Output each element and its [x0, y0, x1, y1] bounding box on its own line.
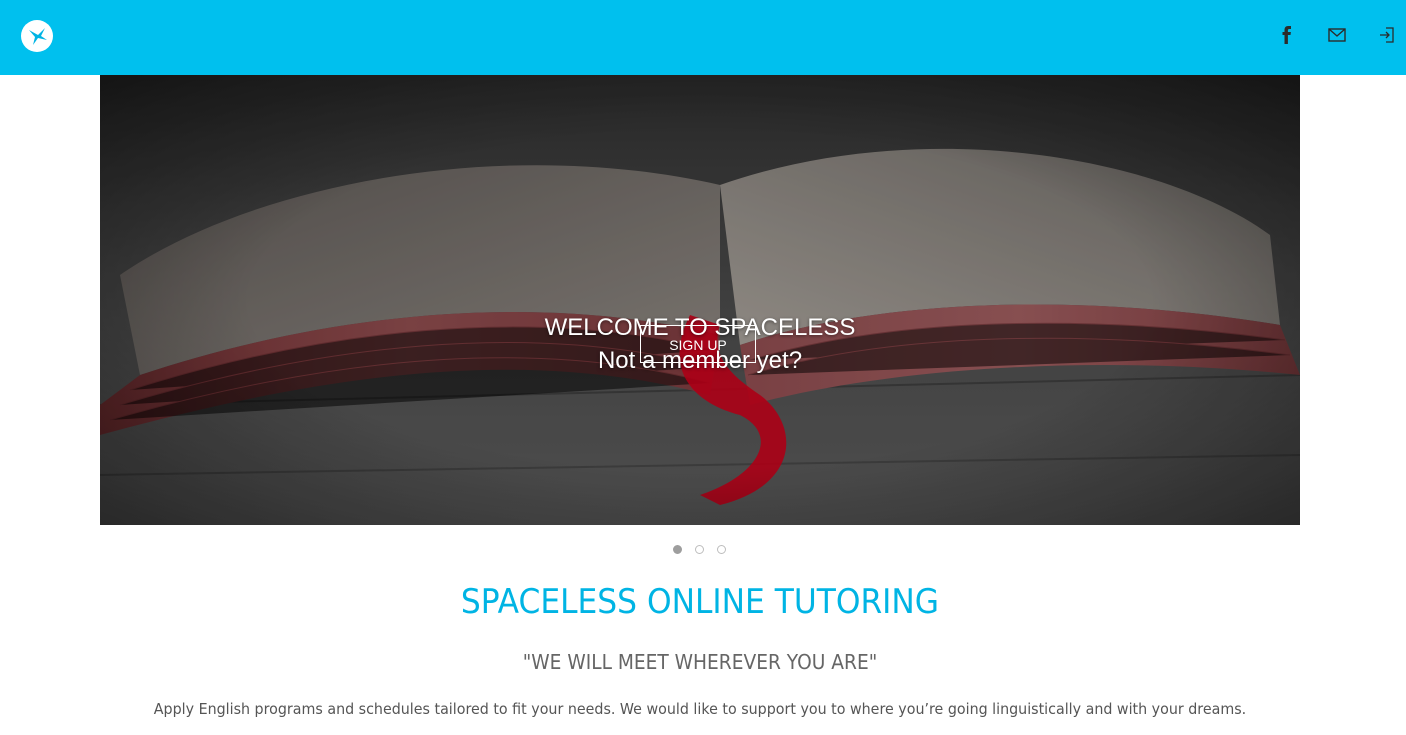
carousel-dot-3[interactable]	[717, 545, 726, 554]
hero-carousel-slide: WELCOME TO SPACELESS Not a member yet? S…	[100, 75, 1300, 525]
tagline: "WE WILL MEET WHEREVER YOU ARE"	[522, 650, 878, 674]
hummingbird-logo-icon[interactable]	[21, 20, 53, 52]
top-navigation-bar	[0, 0, 1406, 75]
sign-up-button[interactable]: SIGN UP	[640, 325, 756, 363]
mail-icon[interactable]	[1326, 24, 1348, 46]
login-icon[interactable]	[1376, 24, 1398, 46]
section-title: SPACELESS ONLINE TUTORING	[460, 582, 940, 622]
carousel-dot-2[interactable]	[695, 545, 704, 554]
open-book-background-image	[100, 75, 1300, 525]
description-text: Apply English programs and schedules tai…	[153, 700, 1247, 718]
facebook-icon[interactable]	[1276, 24, 1298, 46]
carousel-dot-1[interactable]	[673, 545, 682, 554]
